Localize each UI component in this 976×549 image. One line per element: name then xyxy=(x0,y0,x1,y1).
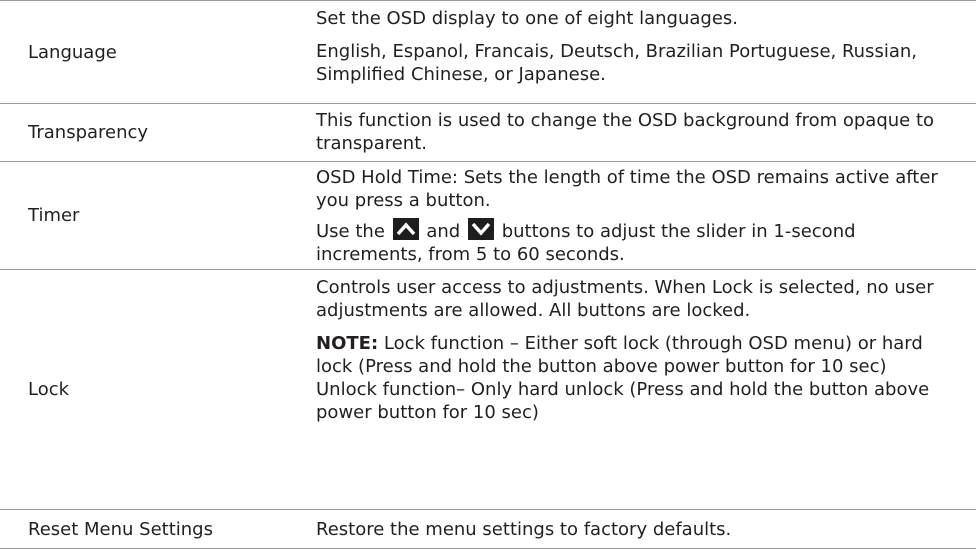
description-text: Set the OSD display to one of eight lang… xyxy=(316,8,739,29)
table-row-reset-menu-settings: Reset Menu Settings Restore the menu set… xyxy=(0,509,976,549)
row-description-reset-menu-settings: Restore the menu settings to factory def… xyxy=(316,510,976,548)
row-label-lock: Lock xyxy=(28,379,70,400)
row-description-transparency: This function is used to change the OSD … xyxy=(316,104,976,161)
down-arrow-button-icon xyxy=(467,218,494,240)
slider-text-before: Use the xyxy=(316,221,385,242)
slider-instruction-text: Use the and buttons to adjust the slider… xyxy=(316,218,962,266)
table-row-language: Language Set the OSD display to one of e… xyxy=(0,0,976,103)
table-row-timer: Timer OSD Hold Time: Sets the length of … xyxy=(0,161,976,269)
description-text: OSD Hold Time: Sets the length of time t… xyxy=(316,167,938,211)
row-description-lock: Controls user access to adjustments. Whe… xyxy=(316,270,976,509)
slider-text-middle: and xyxy=(426,221,461,242)
up-arrow-button-icon xyxy=(392,218,419,240)
note-label: NOTE: xyxy=(316,333,379,354)
osd-menu-settings-table: Language Set the OSD display to one of e… xyxy=(0,0,976,549)
row-description-language: Set the OSD display to one of eight lang… xyxy=(316,1,976,103)
row-label-timer: Timer xyxy=(28,205,80,226)
description-text: English, Espanol, Francais, Deutsch, Bra… xyxy=(316,41,917,85)
row-label-transparency: Transparency xyxy=(28,122,149,143)
unlock-text: Unlock function– Only hard unlock (Press… xyxy=(316,379,930,423)
note-body: Lock function – Either soft lock (throug… xyxy=(316,333,923,377)
row-description-timer: OSD Hold Time: Sets the length of time t… xyxy=(316,162,976,269)
description-text: Restore the menu settings to factory def… xyxy=(316,518,732,540)
table-row-transparency: Transparency This function is used to ch… xyxy=(0,103,976,161)
note-text: NOTE: Lock function – Either soft lock (… xyxy=(316,332,962,378)
table-row-lock: Lock Controls user access to adjustments… xyxy=(0,269,976,509)
description-text: This function is used to change the OSD … xyxy=(316,110,935,154)
row-label-language: Language xyxy=(28,41,117,63)
description-text: Controls user access to adjustments. Whe… xyxy=(316,277,934,321)
row-label-reset-menu-settings: Reset Menu Settings xyxy=(28,518,213,540)
